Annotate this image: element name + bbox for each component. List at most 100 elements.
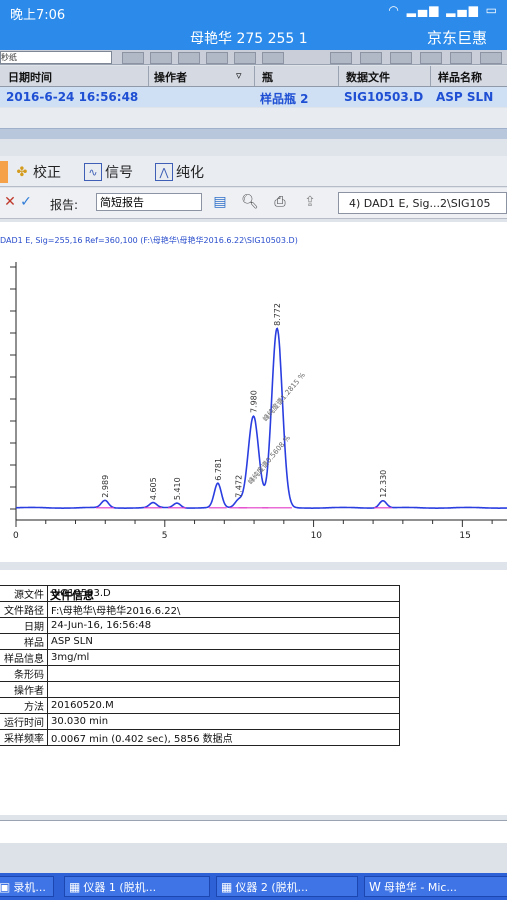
export-icon[interactable]: ⇪	[300, 192, 320, 212]
peak-label: 6.781	[214, 458, 223, 481]
toolbar-button[interactable]	[480, 52, 502, 64]
report-label: 报告:	[50, 198, 79, 212]
toolbar-button[interactable]	[234, 52, 256, 64]
info-row: 样品 ASP SLN	[0, 633, 400, 650]
toolbar-button[interactable]	[330, 52, 352, 64]
info-key: 文件路径	[0, 601, 48, 618]
word-icon: W	[369, 879, 381, 894]
info-row: 样品信息 3mg/ml	[0, 649, 400, 666]
tab-calibrate[interactable]: ✤ 校正	[14, 161, 61, 183]
toolbar-button[interactable]	[122, 52, 144, 64]
tab-label: 校正	[33, 165, 61, 181]
toolbar-button[interactable]	[150, 52, 172, 64]
info-value: SIG10503.D	[47, 585, 400, 602]
chromatogram-panel: 0 5 10 15 2.989 4.605 5.410 6.781 7.472 7.980 8.77…	[0, 222, 507, 562]
chart-subtitle: DAD1 E, Sig=255,16 Ref=360,100 (F:\母艳华\母…	[0, 236, 298, 245]
print-icon[interactable]: ⎙	[270, 192, 290, 212]
tab-edge[interactable]	[0, 161, 8, 183]
battery-icon: ▭	[485, 3, 499, 17]
column-header-vial[interactable]: 瓶	[262, 69, 273, 85]
x-tick-label: 15	[459, 531, 470, 541]
report-toolbar: ✕ ✓ 报告: 简短报告 ▤ 🔍︎ ⎙ ⇪ 4) DAD1 E, Sig...2…	[0, 188, 507, 219]
toolbar-button[interactable]	[178, 52, 200, 64]
file-info-panel: 文件信息 源文件 SIG10503.D 文件路径 F:\母艳华\母艳华2016.6.2…	[0, 570, 507, 815]
info-key: 条形码	[0, 665, 48, 682]
info-row: 运行时间 30.030 min	[0, 713, 400, 730]
tab-label: 信号	[105, 165, 133, 181]
status-time: 晚上7:06	[10, 8, 66, 23]
report-preview-icon[interactable]: ▤	[210, 192, 230, 212]
toolbar-button[interactable]	[450, 52, 472, 64]
taskbar-item[interactable]: ▦ 仪器 1 (脱机...	[64, 876, 210, 897]
phone-header: 晚上7:06 ◠ ▂▄▆ ▂▄▆ ▭ 母艳华 275 255 1 京东巨惠	[0, 0, 507, 50]
info-row: 源文件 SIG10503.D	[0, 585, 400, 602]
peak-label: 7.472	[234, 475, 243, 498]
peak-label: 12.330	[379, 470, 388, 498]
check-tool-icon[interactable]: ✓	[16, 192, 36, 212]
info-value: 30.030 min	[47, 713, 400, 730]
tab-purity[interactable]: ⋀ 纯化	[155, 161, 204, 183]
signal-bars-icon: ▂▄▆	[406, 3, 441, 17]
instrument-icon: ▦	[69, 879, 81, 894]
toolbar-button[interactable]	[360, 52, 382, 64]
info-key: 日期	[0, 617, 48, 634]
chromatogram-chart: 0 5 10 15 2.989 4.605 5.410 6.781 7.472 7.980 8.77…	[10, 262, 507, 541]
taskbar-item[interactable]: W 母艳华 - Mic...	[364, 876, 507, 897]
top-strip-input[interactable]: 秒纸	[0, 51, 112, 64]
calibrate-icon: ✤	[16, 164, 28, 180]
status-icons: ◠ ▂▄▆ ▂▄▆ ▭	[388, 3, 499, 17]
x-tick-label: 5	[162, 531, 168, 541]
table-empty-area	[0, 108, 507, 128]
taskbar-item[interactable]: ▣ 录机...	[0, 876, 54, 897]
info-row: 操作者	[0, 681, 400, 698]
column-header-datafile[interactable]: 数据文件	[346, 69, 390, 85]
info-value	[47, 681, 400, 698]
signal-icon: ∿	[84, 163, 102, 181]
toolbar-button[interactable]	[206, 52, 228, 64]
bottom-panel	[0, 820, 507, 844]
x-tick-label: 0	[13, 531, 19, 541]
info-key: 样品	[0, 633, 48, 650]
peak-label: 7.980	[249, 390, 258, 413]
info-value: 0.0067 min (0.402 sec), 5856 数据点	[47, 729, 400, 746]
wifi-icon: ◠	[388, 3, 401, 17]
cell-datafile: SIG10503.D	[344, 90, 424, 104]
signal-selector[interactable]: 4) DAD1 E, Sig...2\SIG105	[338, 192, 507, 214]
toolbar-button[interactable]	[420, 52, 442, 64]
column-header-datetime[interactable]: 日期时间	[8, 69, 52, 85]
tab-signal[interactable]: ∿ 信号	[84, 161, 133, 183]
peak-label: 4.605	[149, 477, 158, 500]
info-key: 方法	[0, 697, 48, 714]
info-row: 日期 24-Jun-16, 16:56:48	[0, 617, 400, 634]
x-tick-label: 10	[311, 531, 323, 541]
peak-label: 2.989	[101, 475, 110, 498]
toolbar-button[interactable]	[390, 52, 412, 64]
info-key: 运行时间	[0, 713, 48, 730]
tab-label: 纯化	[176, 165, 204, 181]
cell-vial: 样品瓶 2	[260, 92, 309, 106]
table-row[interactable]: 2016-6-24 16:56:48 样品瓶 2 SIG10503.D ASP …	[0, 87, 507, 107]
info-key: 源文件	[0, 585, 48, 602]
info-value: ASP SLN	[47, 633, 400, 650]
bottom-grey-area	[0, 843, 507, 873]
report-type-select[interactable]: 简短报告	[96, 193, 202, 211]
toolbar-button[interactable]	[262, 52, 284, 64]
column-header-sample-name[interactable]: 样品名称	[438, 69, 482, 85]
filter-icon[interactable]: ▿	[236, 69, 242, 82]
info-value: 24-Jun-16, 16:56:48	[47, 617, 400, 634]
app-icon: ▣	[0, 879, 11, 894]
chat-title: 母艳华 275 255 1	[190, 31, 308, 47]
taskbar-item[interactable]: ▦ 仪器 2 (脱机...	[216, 876, 358, 897]
info-key: 操作者	[0, 681, 48, 698]
info-value: 3mg/ml	[47, 649, 400, 666]
peak-label: 8.772	[273, 303, 282, 326]
print-preview-icon[interactable]: 🔍︎	[240, 192, 260, 212]
peak-label: 5.410	[173, 477, 182, 500]
cell-datetime: 2016-6-24 16:56:48	[6, 90, 139, 104]
sample-table-header: 日期时间 操作者 ▿ 瓶 数据文件 样品名称	[0, 66, 507, 87]
instrument-icon: ▦	[221, 879, 233, 894]
chat-right-label[interactable]: 京东巨惠	[427, 27, 487, 48]
signal-bars-icon: ▂▄▆	[446, 3, 480, 17]
column-header-operator[interactable]: 操作者	[154, 69, 187, 85]
info-row: 方法 20160520.M	[0, 697, 400, 714]
